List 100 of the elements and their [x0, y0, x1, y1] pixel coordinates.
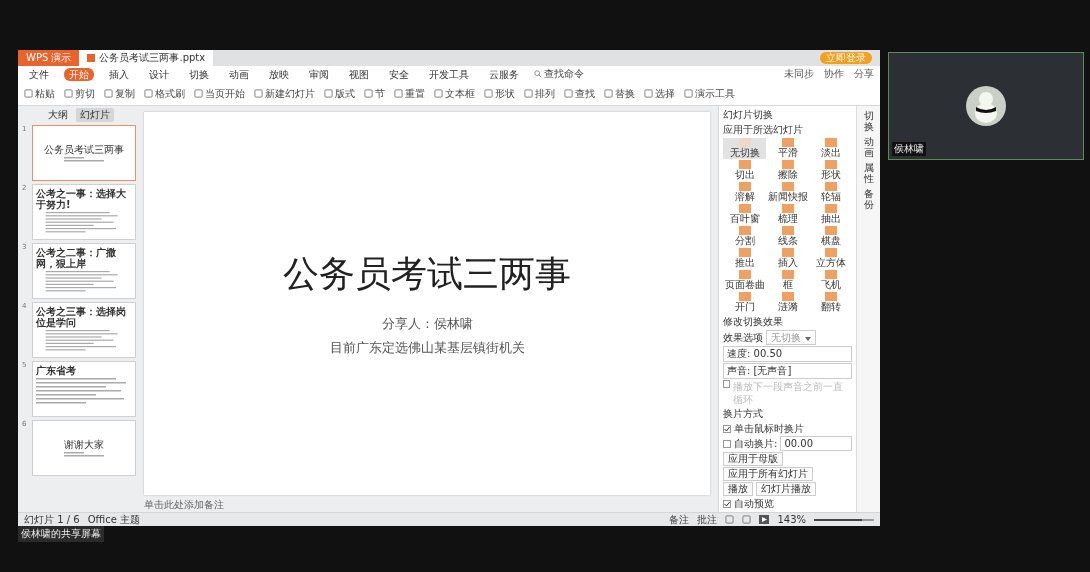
toolbar-button[interactable]: 粘贴	[24, 86, 55, 101]
notes-field[interactable]: 单击此处添加备注	[144, 498, 710, 512]
transition-option[interactable]: 线条	[766, 226, 809, 247]
menu-tab[interactable]: 插入	[104, 67, 134, 81]
toolbar-button[interactable]: 选择	[644, 86, 675, 101]
header-link[interactable]: 分享	[854, 67, 874, 81]
transition-option[interactable]: 插入	[766, 248, 809, 269]
transition-option[interactable]: 淡出	[809, 138, 852, 159]
slide-thumbnail[interactable]: 公考之一事：选择大于努力!	[32, 184, 136, 240]
toolbar-button[interactable]: 格式刷	[144, 86, 185, 101]
play-button[interactable]: 播放	[723, 482, 753, 496]
transition-option[interactable]: 轮辐	[809, 182, 852, 203]
toolbar-button[interactable]: 新建幻灯片	[254, 86, 315, 101]
auto-checkbox[interactable]	[723, 439, 731, 448]
slide-thumbnail[interactable]: 公考之三事：选择岗位是学问	[32, 302, 136, 358]
slide-thumbnail[interactable]: 广东省考	[32, 361, 136, 417]
sound-dropdown[interactable]: 声音: [无声音]	[723, 363, 852, 379]
transition-option[interactable]: 框	[766, 270, 809, 291]
toolbar-button[interactable]: 演示工具	[684, 86, 735, 101]
transition-thumbnail-icon	[824, 248, 837, 257]
transition-option[interactable]: 切出	[723, 160, 766, 181]
search-field[interactable]: 查找命令	[534, 67, 584, 81]
menu-tab[interactable]: 审阅	[304, 67, 334, 81]
play-icon[interactable]	[759, 515, 770, 524]
tool-icon	[484, 89, 493, 98]
toolbar-button[interactable]: 替换	[604, 86, 635, 101]
preview-checkbox[interactable]: 自动预览	[723, 497, 852, 510]
transition-option[interactable]: 翻转	[809, 292, 852, 313]
section-title: 修改切换效果	[723, 315, 784, 329]
transition-thumbnail-icon	[824, 204, 837, 213]
menu-tab[interactable]: 切换	[184, 67, 214, 81]
menu-tab[interactable]: 放映	[264, 67, 294, 81]
toolbar-button[interactable]: 重置	[394, 86, 425, 101]
transition-option[interactable]: 抽出	[809, 204, 852, 225]
toolbar-button[interactable]: 排列	[524, 86, 555, 101]
slide-thumbnail[interactable]: 谢谢大家	[32, 420, 136, 476]
comments-button[interactable]: 批注	[697, 512, 718, 527]
zoom-slider[interactable]	[814, 518, 874, 521]
thumbnail-title: 公考之一事：选择大于努力!	[36, 188, 127, 210]
slide-thumbnail[interactable]: 公务员考试三两事	[32, 125, 136, 181]
checkmark-icon	[724, 425, 730, 432]
slide-text: 分享人：侯林啸	[381, 315, 473, 333]
menu-tab[interactable]: 动画	[224, 67, 254, 81]
transition-option[interactable]: 无切换	[723, 138, 766, 159]
side-tab[interactable]: 动画	[863, 136, 874, 158]
apply-all-button[interactable]: 应用于所有幻灯片	[723, 467, 813, 481]
speed-field[interactable]: 速度: 00.50	[723, 346, 852, 362]
transition-option[interactable]: 平滑	[766, 138, 809, 159]
menu-tab[interactable]: 云服务	[484, 67, 524, 81]
transition-option[interactable]: 百叶窗	[723, 204, 766, 225]
toolbar-button[interactable]: 查找	[564, 86, 595, 101]
menu-tab[interactable]: 文件	[24, 67, 54, 81]
toolbar-button[interactable]: 文本框	[434, 86, 475, 101]
thumbnail-title: 谢谢大家	[64, 438, 104, 450]
transition-option[interactable]: 推出	[723, 248, 766, 269]
menu-tab[interactable]: 开发工具	[424, 67, 474, 81]
toolbar-button[interactable]: 剪切	[64, 86, 95, 101]
transition-option[interactable]: 立方体	[809, 248, 852, 269]
side-tab[interactable]: 备份	[863, 188, 874, 210]
side-tab[interactable]: 属性	[863, 162, 874, 184]
transition-option[interactable]: 形状	[809, 160, 852, 181]
slide-thumbnail[interactable]: 公考之二事：广撒网，狠上岸	[32, 243, 136, 299]
toolbar-button[interactable]: 节	[364, 86, 385, 101]
transition-thumbnail-icon	[824, 160, 837, 169]
thumbnail-title: 公考之二事：广撒网，狠上岸	[36, 247, 117, 269]
panel-tab[interactable]: 大纲	[44, 108, 72, 122]
notes-button[interactable]: 备注	[669, 512, 690, 527]
click-checkbox[interactable]: 单击鼠标时换片	[723, 422, 852, 435]
menu-tab[interactable]: 视图	[344, 67, 374, 81]
transition-thumbnail-icon	[738, 182, 751, 191]
document-tab[interactable]: 公务员考试三两事.pptx	[79, 50, 214, 66]
transition-option[interactable]: 梳理	[766, 204, 809, 225]
toolbar-button[interactable]: 形状	[484, 86, 515, 101]
transition-option[interactable]: 页面卷曲	[723, 270, 766, 291]
participant-name: 侯林啸	[892, 142, 926, 156]
transition-option[interactable]: 棋盘	[809, 226, 852, 247]
transition-option[interactable]: 新闻快报	[766, 182, 809, 203]
transition-thumbnail-icon	[781, 226, 794, 235]
toolbar-button[interactable]: 当页开始	[194, 86, 245, 101]
menu-tab[interactable]: 设计	[144, 67, 174, 81]
header-link[interactable]: 协作	[824, 67, 844, 81]
transition-thumbnail-icon	[738, 204, 751, 213]
transition-option[interactable]: 分割	[723, 226, 766, 247]
transition-option[interactable]: 溶解	[723, 182, 766, 203]
side-tab[interactable]: 切换	[863, 110, 874, 132]
transition-option[interactable]: 擦除	[766, 160, 809, 181]
time-field[interactable]: 00.00	[780, 436, 852, 451]
transition-option[interactable]: 涟漪	[766, 292, 809, 313]
transition-option[interactable]: 飞机	[809, 270, 852, 291]
slideshow-button[interactable]: 幻灯片播放	[756, 482, 816, 496]
apply-master-button[interactable]: 应用于母版	[723, 452, 783, 466]
slide-text: 目前广东定选佛山某基层镇街机关	[329, 339, 525, 357]
transition-option[interactable]: 开门	[723, 292, 766, 313]
thumbnail-title: 公考之三事：选择岗位是学问	[36, 306, 127, 328]
caret-icon	[805, 337, 811, 341]
toolbar-button[interactable]: 复制	[104, 86, 135, 101]
header-link[interactable]: 未同步	[784, 67, 814, 81]
panel-tab[interactable]: 幻灯片	[76, 108, 114, 122]
toolbar-button[interactable]: 版式	[324, 86, 355, 101]
menu-tab[interactable]: 安全	[384, 67, 414, 81]
